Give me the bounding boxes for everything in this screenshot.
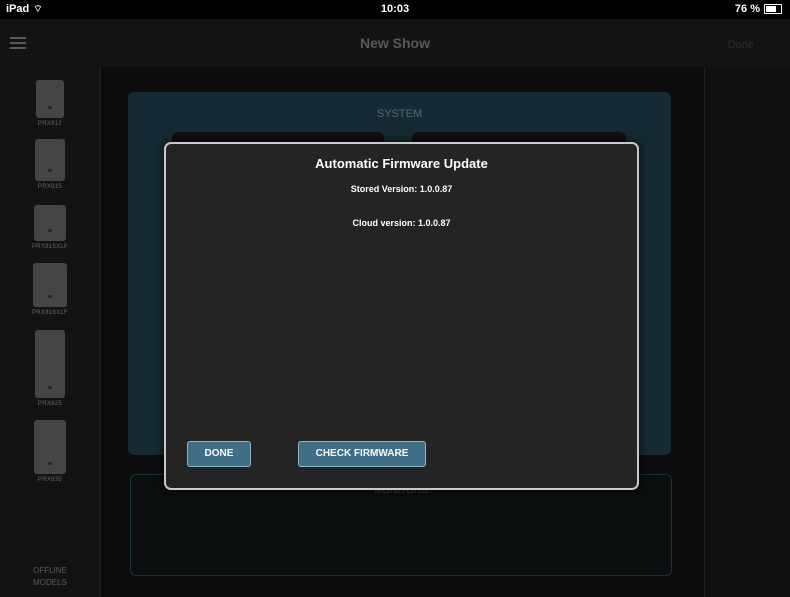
check-firmware-button[interactable]: CHECK FIRMWARE: [298, 441, 426, 467]
stored-version-text: Stored Version: 1.0.0.87: [350, 184, 453, 194]
done-button[interactable]: DONE: [187, 441, 251, 467]
battery-indicator: 76 %: [735, 3, 782, 15]
battery-icon: [764, 4, 782, 14]
cloud-version-text: Cloud version: 1.0.0.87: [352, 218, 451, 228]
firmware-update-dialog: Automatic Firmware Update Stored Version…: [164, 142, 639, 490]
status-bar: iPad ⌔ 10:03 76 %: [0, 0, 790, 19]
dialog-title: Automatic Firmware Update: [315, 156, 488, 171]
battery-percent: 76 %: [734, 3, 760, 15]
clock: 10:03: [380, 3, 410, 15]
